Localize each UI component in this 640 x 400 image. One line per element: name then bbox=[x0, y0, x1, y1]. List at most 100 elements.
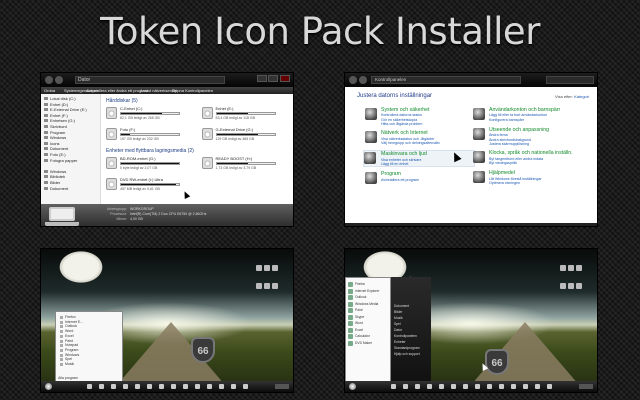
taskbar-icon[interactable] bbox=[402, 384, 408, 389]
drive-tile[interactable]: Enhet (E:) 53,4 GB ledigt av 118 GB bbox=[201, 106, 292, 122]
back-button[interactable] bbox=[349, 76, 357, 84]
minimize-button[interactable] bbox=[257, 75, 267, 82]
drive-name: G-External Drive (G:) bbox=[215, 127, 254, 132]
taskbar-icon[interactable] bbox=[86, 384, 92, 389]
taskbar-icon[interactable] bbox=[146, 384, 152, 389]
toolbar-map-drive[interactable]: Anslut nätverksenhet bbox=[140, 88, 177, 93]
drive-tile[interactable]: DVD RW-enhet (I:) Ultra 457 MB ledigt av … bbox=[106, 177, 196, 193]
taskbar-icon[interactable] bbox=[218, 384, 224, 389]
forward-button[interactable] bbox=[359, 76, 367, 84]
category-accessibility[interactable]: Hjälpmedel Låt Windows föreslå inställni… bbox=[473, 170, 583, 186]
drive-tile[interactable]: C-Enhet (C:) 82,1 GB ledigt av 265 GB bbox=[106, 106, 196, 122]
navigation-pane: Lokal disk (C:) Enhet (D:) E-External Dr… bbox=[41, 94, 101, 204]
category-clock-language[interactable]: Klocka, språk och nationella inställn. B… bbox=[473, 150, 583, 166]
desktop-icon[interactable] bbox=[256, 283, 262, 289]
start-menu-item[interactable]: Musik bbox=[59, 362, 119, 367]
taskbar-icon[interactable] bbox=[122, 384, 128, 389]
start-orb-icon[interactable] bbox=[45, 383, 52, 390]
taskbar-icon[interactable] bbox=[170, 384, 176, 389]
drive-free-space: 0 byte ledigt av 2,07 GB bbox=[120, 166, 158, 170]
all-programs-link[interactable]: Alla program bbox=[58, 376, 78, 380]
address-bar[interactable]: Kontrollpanelen bbox=[371, 76, 521, 84]
category-appearance[interactable]: Utseende och anpassning Ändra tema Ändra… bbox=[473, 127, 583, 146]
drive-tile[interactable]: G-External Drive (G:) 129 GB ledigt av 46… bbox=[201, 127, 292, 143]
drive-free-space: 53,4 GB ledigt av 118 GB bbox=[215, 116, 255, 120]
category-link[interactable]: Avinstallera ett program bbox=[381, 178, 475, 182]
taskbar-icon[interactable] bbox=[534, 384, 540, 389]
toolbar-organize[interactable]: Ordna bbox=[44, 88, 62, 93]
desktop-icon[interactable] bbox=[272, 265, 278, 271]
system-tray[interactable] bbox=[275, 384, 289, 389]
start-orb-icon[interactable] bbox=[349, 383, 356, 390]
desktop-icon[interactable] bbox=[272, 283, 278, 289]
taskbar-icon[interactable] bbox=[110, 384, 116, 389]
category-title[interactable]: Klocka, språk och nationella inställn. bbox=[489, 150, 583, 156]
taskbar-icon[interactable] bbox=[390, 384, 396, 389]
nav-item[interactable]: Fotogra papper bbox=[44, 158, 97, 164]
search-input[interactable] bbox=[546, 76, 594, 84]
taskbar-icon[interactable] bbox=[522, 384, 528, 389]
drive-tile[interactable]: Foto (F:) 197 GB ledigt av 232 GB bbox=[106, 127, 196, 143]
taskbar-icon[interactable] bbox=[134, 384, 140, 389]
group-header-hard-drives[interactable]: Hårddiskar (5) bbox=[106, 98, 291, 104]
drive-usage-fill bbox=[216, 163, 249, 164]
taskbar-icon[interactable] bbox=[450, 384, 456, 389]
category-programs[interactable]: Program Avinstallera ett program bbox=[365, 171, 475, 187]
desktop-icon[interactable] bbox=[264, 265, 270, 271]
taskbar-icon[interactable] bbox=[426, 384, 432, 389]
taskbar-icon[interactable] bbox=[486, 384, 492, 389]
taskbar-icon[interactable] bbox=[206, 384, 212, 389]
taskbar-icon[interactable] bbox=[546, 384, 552, 389]
desktop-icon[interactable] bbox=[576, 265, 582, 271]
explorer-window-screenshot: Dator Ordna Systemegenskaper Avinstaller… bbox=[40, 72, 294, 227]
drive-tile[interactable]: BD-ROM-enhet (G:) 0 byte ledigt av 2,07 G… bbox=[106, 156, 196, 172]
drive-name: Enhet (E:) bbox=[215, 106, 234, 111]
desktop-icon[interactable] bbox=[576, 283, 582, 289]
desktop-icon[interactable] bbox=[568, 283, 574, 289]
toolbar-system-properties[interactable]: Systemegenskaper bbox=[64, 88, 98, 93]
taskbar-icon[interactable] bbox=[182, 384, 188, 389]
taskbar-icon[interactable] bbox=[242, 384, 248, 389]
taskbar-icon[interactable] bbox=[462, 384, 468, 389]
taskbar-icon[interactable] bbox=[510, 384, 516, 389]
category-link[interactable]: Optimera visningen bbox=[489, 181, 583, 185]
desktop-icon[interactable] bbox=[256, 265, 262, 271]
usb-drive-icon bbox=[201, 157, 213, 169]
category-link[interactable]: Lägg till en enhet bbox=[381, 162, 474, 166]
system-tray[interactable] bbox=[579, 384, 593, 389]
category-link[interactable]: Konfigurera barnspärr bbox=[489, 118, 583, 122]
taskbar-icon[interactable] bbox=[438, 384, 444, 389]
category-user-accounts[interactable]: Användarkonton och barnspärr Lägg till e… bbox=[473, 107, 583, 123]
drive-tile[interactable]: READY BOOST (H:) 1,73 GB ledigt av 3,79 G… bbox=[201, 156, 292, 172]
desktop-icon[interactable] bbox=[560, 265, 566, 271]
category-link[interactable]: Justera skärmupplösning bbox=[489, 142, 583, 146]
maximize-button[interactable] bbox=[268, 75, 278, 82]
start-menu-item[interactable]: DVD Maker bbox=[348, 340, 388, 347]
address-bar[interactable]: Dator bbox=[75, 76, 225, 84]
back-button[interactable] bbox=[45, 76, 53, 84]
view-by-selector[interactable]: Visa efter: Kategori bbox=[555, 94, 589, 99]
category-network-internet[interactable]: Nätverk och Internet Visa nätverksstatus… bbox=[365, 130, 475, 146]
category-link[interactable]: Byt visningsspråk bbox=[489, 161, 583, 165]
taskbar-icon[interactable] bbox=[194, 384, 200, 389]
start-menu-place[interactable]: Hjälp och support bbox=[394, 351, 428, 357]
group-header-removable[interactable]: Enheter med flyttbara lagringsmedia (2) bbox=[106, 148, 291, 154]
forward-button[interactable] bbox=[55, 76, 63, 84]
taskbar-icon[interactable] bbox=[474, 384, 480, 389]
taskbar-icon[interactable] bbox=[158, 384, 164, 389]
taskbar-icon[interactable] bbox=[230, 384, 236, 389]
view-by-value[interactable]: Kategori bbox=[574, 94, 589, 99]
desktop-icon[interactable] bbox=[560, 283, 566, 289]
taskbar-icon[interactable] bbox=[414, 384, 420, 389]
toolbar-uninstall[interactable]: Avinstallera eller ändra ett program bbox=[86, 88, 148, 93]
close-button[interactable] bbox=[280, 75, 290, 82]
category-link[interactable]: Hitta och åtgärda problem bbox=[381, 122, 475, 126]
category-system-security[interactable]: System och säkerhet Kontrollera datorns … bbox=[365, 107, 475, 126]
category-link[interactable]: Välj hemgrupp och delningsalternativ bbox=[381, 141, 475, 145]
nav-item[interactable]: Dokument bbox=[44, 186, 97, 192]
desktop-icon[interactable] bbox=[568, 265, 574, 271]
taskbar-icon[interactable] bbox=[498, 384, 504, 389]
desktop-icon[interactable] bbox=[264, 283, 270, 289]
toolbar-control-panel[interactable]: Öppna Kontrollpanelen bbox=[172, 88, 213, 93]
taskbar-icon[interactable] bbox=[98, 384, 104, 389]
